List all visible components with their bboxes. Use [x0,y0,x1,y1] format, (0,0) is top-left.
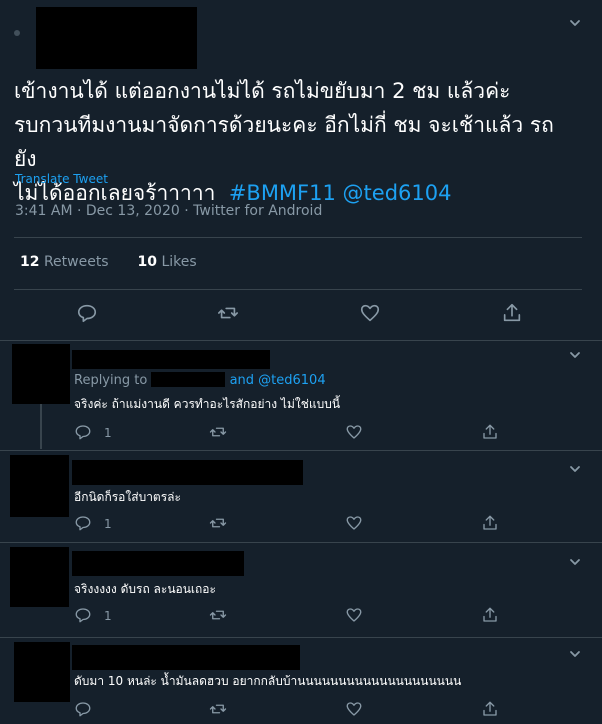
avatar[interactable] [10,547,69,607]
share-icon[interactable] [501,302,523,324]
divider [14,237,582,238]
reply-count: 1 [104,426,112,440]
chevron-down-icon[interactable] [568,555,582,569]
tweet-text-line: รบกวนทีมงานมาจัดการด้วยนะคะ อีกไม่กี่ ชม… [14,113,554,171]
redacted-author [72,551,244,576]
retweet-icon[interactable] [217,302,239,324]
divider [0,542,602,543]
reply-icon[interactable] [76,302,98,324]
avatar[interactable] [12,344,70,404]
divider [0,637,602,638]
like-icon[interactable] [359,302,381,324]
replying-to: Replying to and @ted6104 [74,372,326,388]
share-icon[interactable] [481,423,499,441]
reply-actions: 1 [74,514,504,534]
share-icon[interactable] [481,514,499,532]
reply-icon[interactable] [74,606,92,624]
chevron-down-icon[interactable] [568,348,582,362]
reply-text: ดับมา 10 หนล่ะ น้ำมันลดฮวบ อยากกลับบ้านน… [74,674,462,688]
share-icon[interactable] [481,606,499,624]
like-icon[interactable] [345,514,363,532]
redacted-author [72,350,270,369]
tweet-stats: 12 Retweets 10 Likes [20,254,197,270]
avatar[interactable] [10,455,69,517]
redacted-author [72,645,300,670]
reply-text: อีกนิดก็รอใส่บาตรล่ะ [74,490,181,504]
divider [0,450,602,451]
translate-tweet-link[interactable]: Translate Tweet [15,172,108,186]
chevron-down-icon[interactable] [568,462,582,476]
retweet-icon[interactable] [209,606,227,624]
avatar[interactable] [14,642,70,702]
retweet-icon[interactable] [209,423,227,441]
like-icon[interactable] [345,606,363,624]
retweet-icon[interactable] [209,514,227,532]
reply-actions: 1 [74,423,504,443]
like-icon[interactable] [345,423,363,441]
likes-stat[interactable]: 10 Likes [138,254,197,270]
retweets-stat[interactable]: 12 Retweets [20,254,109,270]
divider [0,340,602,341]
reply-icon[interactable] [74,423,92,441]
tweet-text: เข้างานได้ แต่ออกงานไม่ได้ รถไม่ขยับมา 2… [14,74,574,210]
reply-text: จริงค่ะ ถ้าแม่งานดี ควรทำอะไรสักอย่าง ไม… [74,397,341,411]
retweet-icon[interactable] [209,700,227,718]
chevron-down-icon[interactable] [568,647,582,661]
reply-count: 1 [104,517,112,531]
tweet-timestamp[interactable]: 3:41 AM · Dec 13, 2020 · Twitter for And… [15,203,322,219]
share-icon[interactable] [481,700,499,718]
avatar-edge [14,30,20,36]
hashtag-link[interactable]: #BMMF11 [229,181,336,205]
reply-count: 1 [104,609,112,623]
reply-text: จริงงงงง ดับรถ ละนอนเถอะ [74,582,216,596]
reply-icon[interactable] [74,700,92,718]
redacted-author [36,7,197,69]
mention-link[interactable]: @ted6104 [343,181,452,205]
divider [14,289,582,290]
like-icon[interactable] [345,700,363,718]
reply-icon[interactable] [74,514,92,532]
chevron-down-icon[interactable] [568,16,582,30]
thread-line [40,404,42,449]
redacted-author [72,460,303,485]
tweet-text-line: เข้างานได้ แต่ออกงานไม่ได้ รถไม่ขยับมา 2… [14,79,511,103]
redacted-username [151,372,226,387]
reply-actions: 1 [74,606,504,626]
replying-to-link[interactable]: and @ted6104 [230,373,326,388]
reply-actions [74,700,504,720]
